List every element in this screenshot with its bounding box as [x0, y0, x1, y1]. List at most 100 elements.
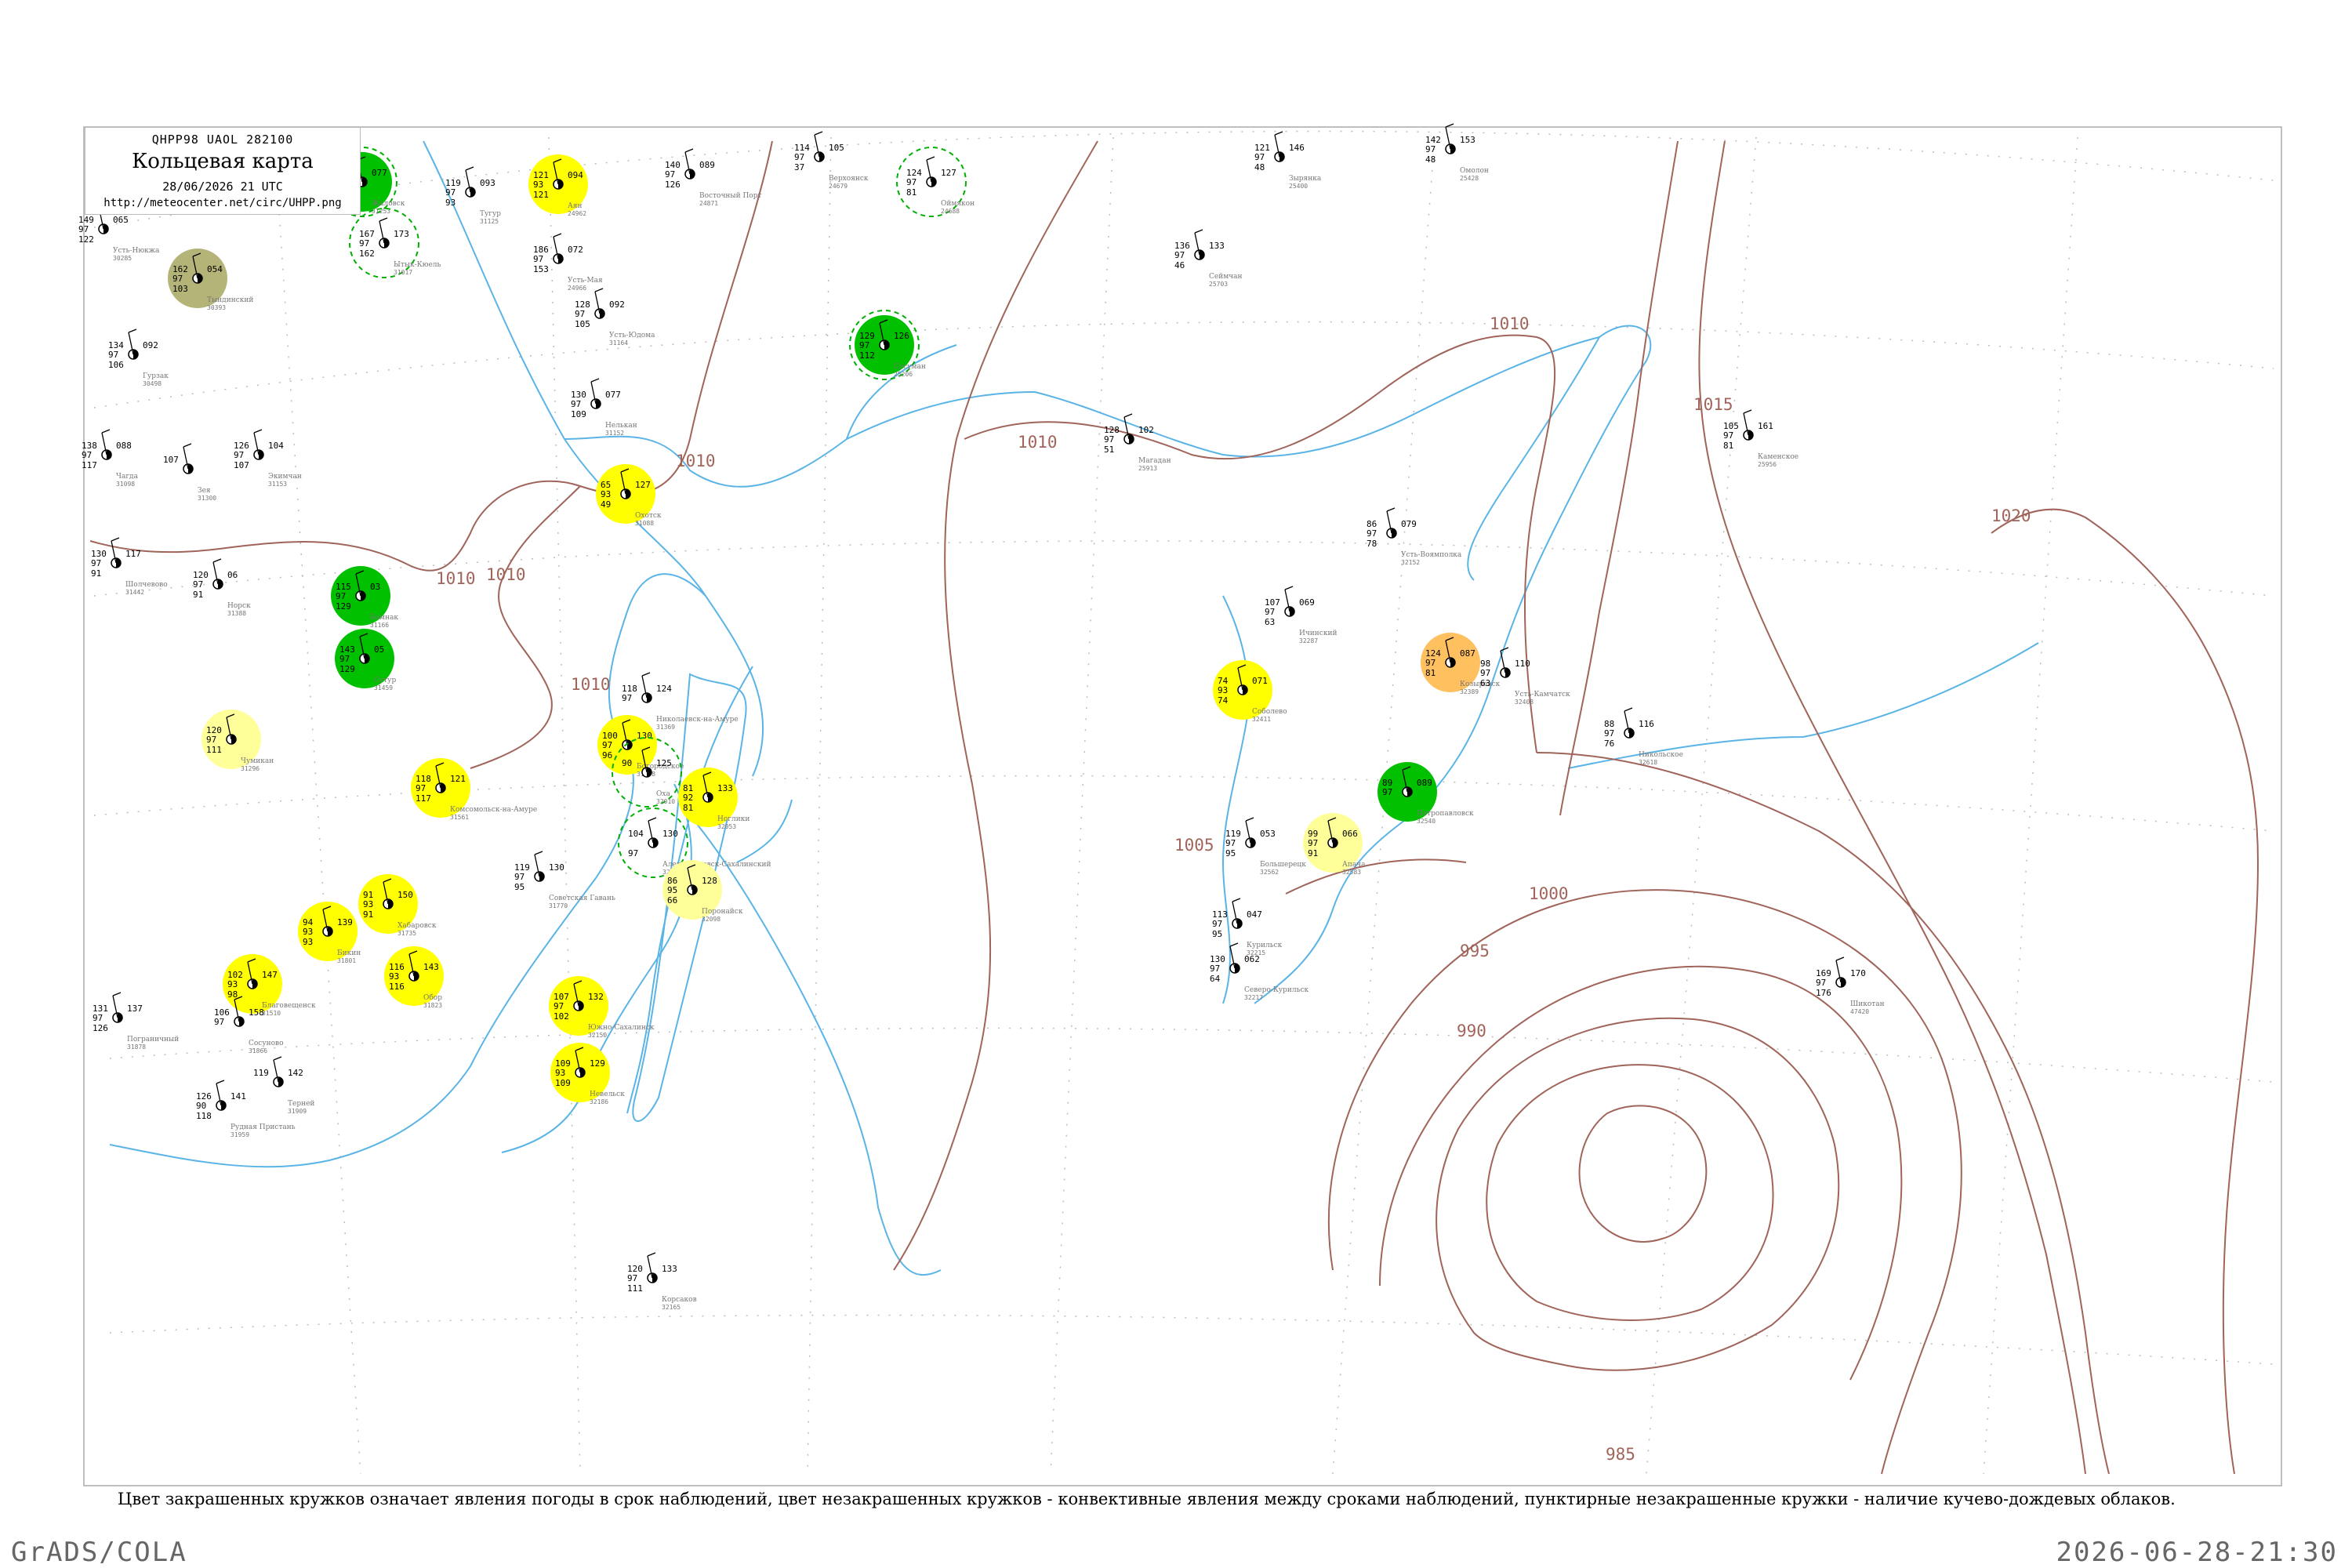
station-mark: 97 — [1308, 838, 1318, 848]
station-name: Экимчан — [268, 473, 302, 481]
station-marker[interactable]: 119 142 Терней31909 — [253, 1056, 314, 1115]
station-marker[interactable]: 869566128Поронайск32098 — [662, 860, 743, 923]
station-marker[interactable]: 13197126137Пограничный31878 — [93, 992, 179, 1051]
wind-feather-icon — [1123, 413, 1133, 418]
station-marker[interactable]: 13897117088Чагда31098 — [82, 429, 139, 488]
station-id: 32165 — [662, 1304, 681, 1311]
station-pressure: 121 — [450, 774, 466, 784]
station-id: 31801 — [337, 957, 356, 964]
station-marker[interactable]: 13097109077Нелькан31152 — [571, 378, 637, 437]
station-name: Оха — [656, 790, 670, 798]
station-marker[interactable]: 12097111Чумикан31296 — [201, 710, 274, 772]
station-name: Комсомольск-на-Амуре — [450, 806, 537, 814]
station-mark: 97 — [339, 654, 350, 664]
station-pressure: 117 — [125, 549, 141, 559]
station-marker[interactable]: 1159712903Бомнак31166 — [331, 566, 398, 629]
station-marker[interactable]: 659349127Охотск31088 — [596, 464, 662, 527]
station-marker[interactable]: 12697107104Экимчан31153 — [234, 429, 302, 488]
station-mark: 97 — [1816, 978, 1826, 988]
station-marker[interactable]: 16297103054Тындинский30393 — [168, 249, 253, 311]
station-marker[interactable]: 1199795053Большерецк32562 — [1225, 817, 1306, 876]
station-id: 30393 — [207, 304, 226, 311]
station-pressure: 146 — [1289, 143, 1305, 153]
station-marker[interactable]: 1219748146Зырянка25400 — [1254, 131, 1322, 190]
station-id: 31296 — [241, 765, 260, 772]
station-marker[interactable]: 18697153072Усть-Мая24966 — [533, 233, 603, 292]
station-pressure: 105 — [829, 143, 844, 153]
station-marker[interactable]: 107 Зея31300 — [163, 443, 216, 502]
station-marker[interactable]: 12193121094Аян24962 — [528, 154, 588, 217]
station-mark: 97 — [1254, 152, 1265, 162]
station-marker[interactable]: 949393139Бикин31801 — [298, 902, 361, 964]
station-dewpoint: 96 — [602, 750, 612, 760]
station-pressure: 093 — [480, 178, 495, 188]
station-marker[interactable]: 13497106092Гурзак30498 — [108, 328, 169, 387]
station-marker[interactable]: 1139795047Курильск32215 — [1212, 898, 1283, 956]
station-id: 31735 — [397, 930, 416, 937]
station-marker[interactable]: 1199795130Советская Гавань31770 — [514, 851, 615, 909]
station-marker[interactable]: 16797162173Ытык-Кюель31017 — [349, 208, 441, 278]
station-id: 31459 — [374, 684, 393, 691]
station-marker[interactable]: 12690118141Рудная Пристань31959 — [196, 1080, 296, 1138]
station-name: Чумикан — [241, 757, 274, 765]
station-marker[interactable]: 11693116143Обор31823 — [384, 946, 444, 1009]
legend-note: Цвет закрашенных кружков означает явлени… — [118, 1490, 2176, 1508]
station-name: Норск — [227, 602, 251, 610]
station-pressure: 128 — [702, 876, 717, 886]
station-marker[interactable]: 1439712905Сутур31459 — [335, 629, 396, 691]
station-name: Благовещенск — [262, 1002, 316, 1010]
station-mark: 92 — [683, 793, 693, 803]
station-marker[interactable]: 749374071Соболево32411 — [1213, 660, 1287, 723]
station-pressure: 137 — [127, 1004, 143, 1014]
station-marker[interactable]: 16997176170Шикотан47420 — [1816, 956, 1885, 1015]
station-marker[interactable]: 1149737105Верхоянск24679 — [794, 131, 869, 190]
wind-feather-icon — [253, 429, 263, 434]
station-temp: 104 — [628, 829, 644, 839]
station-pressure: 143 — [423, 962, 439, 972]
station-dewpoint: 37 — [794, 162, 804, 172]
station-id: 25428 — [1460, 175, 1479, 182]
station-marker[interactable]: 8997089Петропавловск32540 — [1377, 762, 1474, 825]
station-mark: 97 — [1225, 838, 1236, 848]
station-dewpoint: 81 — [1723, 441, 1733, 451]
station-marker[interactable]: 999791066Апача32583 — [1303, 813, 1366, 876]
station-marker[interactable]: 12897105092Усть-Юдома31164 — [575, 288, 655, 347]
station-dewpoint: 81 — [906, 187, 916, 198]
station-dewpoint: 105 — [575, 319, 590, 329]
station-id: 32010 — [656, 798, 675, 805]
station-name: Чагда — [116, 473, 139, 481]
station-marker[interactable]: 919391150Хабаровск31735 — [358, 874, 437, 937]
station-marker[interactable]: 1309791117Шолчевово31442 — [91, 537, 168, 596]
station-id: 30498 — [143, 380, 162, 387]
station-pressure: 047 — [1247, 909, 1262, 920]
station-marker[interactable]: 12997112126Сусуман25206 — [849, 310, 926, 380]
station-marker[interactable]: 1369746133Сеймчан25703 — [1174, 229, 1243, 288]
station-marker[interactable]: 12097111133Корсаков32165 — [627, 1252, 697, 1311]
station-marker[interactable]: 120979106Норск31388 — [193, 558, 251, 617]
station-marker[interactable]: 869778079Усть-Воямполка32152 — [1367, 507, 1462, 566]
station-pressure: 139 — [337, 917, 353, 927]
station-id: 32389 — [1460, 688, 1479, 695]
station-name: Сусуман — [894, 363, 926, 371]
station-marker[interactable]: 1199793093Тугур31125 — [445, 166, 501, 225]
station-name: Верхоянск — [829, 175, 869, 183]
station-marker[interactable]: 1429748153Омолон25428 — [1425, 123, 1489, 182]
station-marker[interactable]: 1249781127Оймякон24688 — [896, 147, 975, 217]
station-marker[interactable]: 1059781161Каменское25956 — [1723, 409, 1798, 468]
station-name: Шолчевово — [125, 581, 168, 589]
station-marker[interactable]: 10993109129Невельск32186 — [550, 1043, 625, 1105]
station-marker[interactable]: 1079763069Ичинский32287 — [1265, 586, 1337, 644]
station-pressure: 126 — [894, 331, 909, 341]
station-name: Усть-Камчатск — [1515, 691, 1570, 699]
station-temp: 107 — [163, 455, 179, 465]
station-pressure: 092 — [609, 299, 625, 310]
station-marker[interactable]: 1029398147Благовещенск31510 — [223, 954, 316, 1017]
isobar-label: 1020 — [1991, 506, 2031, 525]
source-url[interactable]: http://meteocenter.net/circ/UHPP.png — [85, 197, 360, 209]
station-pressure: 087 — [1460, 648, 1475, 659]
station-marker[interactable]: 14097126089Восточный Порт24871 — [665, 148, 761, 207]
station-dewpoint: 48 — [1425, 154, 1436, 165]
station-name: Аян — [568, 202, 583, 210]
station-id: 30285 — [113, 255, 132, 262]
station-marker[interactable]: 889776116Никольское32618 — [1604, 707, 1683, 766]
